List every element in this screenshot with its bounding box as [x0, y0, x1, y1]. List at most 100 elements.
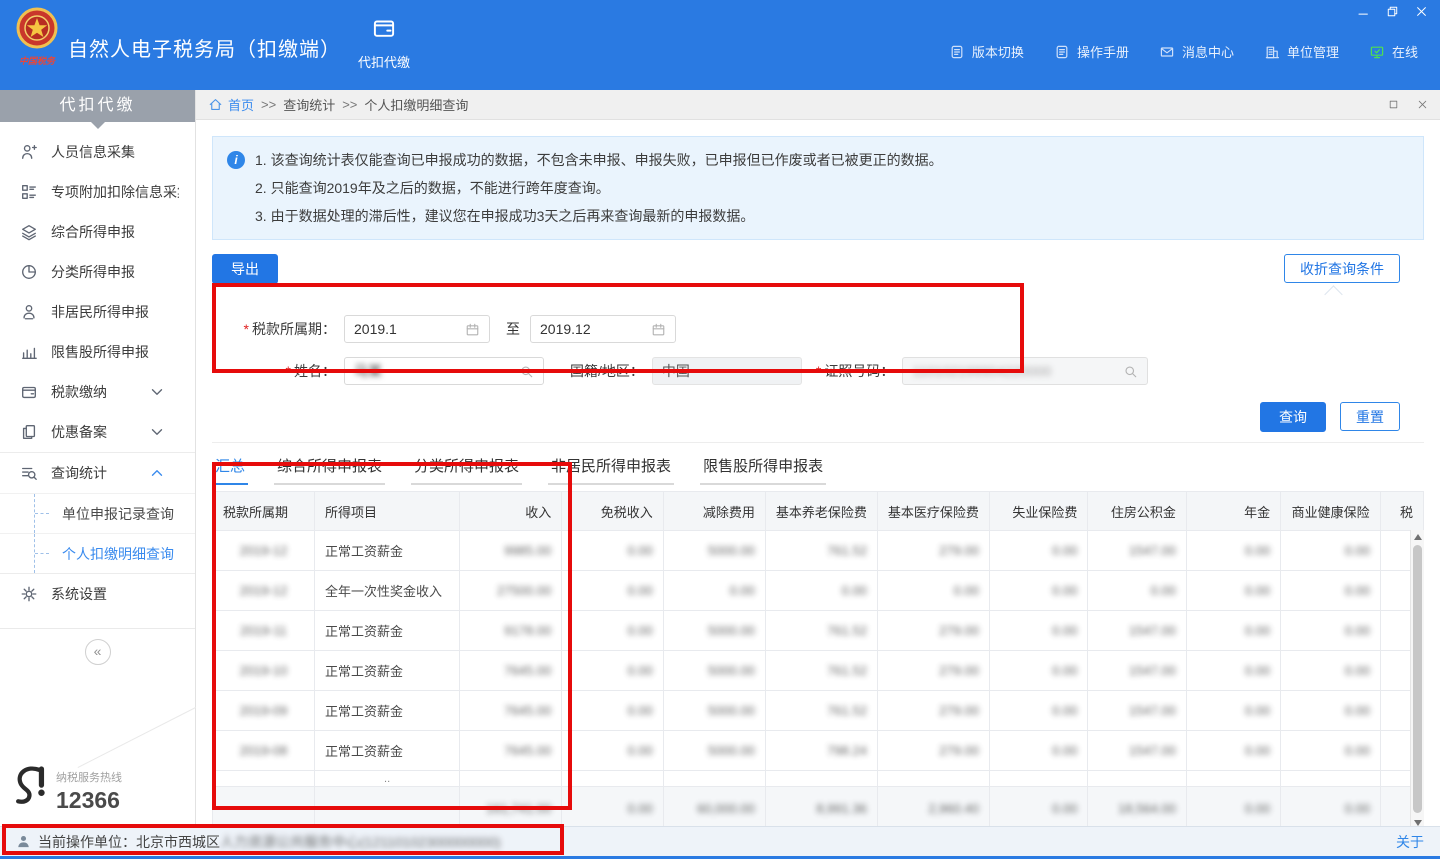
breadcrumb-home[interactable]: 首页: [228, 95, 254, 114]
table-row: 2019-12全年一次性奖金收入27500.000.000.000.000.00…: [213, 571, 1424, 611]
about-link[interactable]: 关于: [1396, 832, 1424, 852]
reset-button[interactable]: 重置: [1340, 402, 1400, 431]
nav-group-query-statistics: 查询统计单位申报记录查询个人扣缴明细查询: [0, 452, 195, 574]
amount-cell: 0.00: [562, 691, 664, 731]
collapse-filter-button[interactable]: 收折查询条件: [1284, 254, 1400, 283]
header-menu-label: 单位管理: [1287, 42, 1339, 61]
tab-restricted-shares-return[interactable]: 限售股所得申报表: [700, 455, 826, 485]
person-icon: [16, 834, 31, 849]
table-row: 2019-09正常工资薪金7645.000.005000.00761.52279…: [213, 691, 1424, 731]
summary-amount: 60,000.00: [663, 787, 765, 827]
sidebar-item-tax-payment[interactable]: 税款缴纳: [0, 372, 195, 412]
column-header: 住房公积金: [1088, 492, 1186, 531]
amount-value: 0.00: [842, 583, 867, 598]
id-number-input[interactable]: 110102199904220000: [902, 357, 1148, 385]
summary-value: 0.00: [627, 801, 652, 816]
minimize-icon[interactable]: [1357, 5, 1370, 18]
building-icon: [1264, 44, 1280, 60]
calendar-icon[interactable]: [651, 322, 666, 337]
close-icon[interactable]: [1415, 5, 1428, 18]
header-menu-message-center[interactable]: 消息中心: [1159, 42, 1234, 61]
sidebar-item-restricted-shares[interactable]: 限售股所得申报: [0, 332, 195, 372]
amount-value: 0.00: [1245, 703, 1270, 718]
vertical-scrollbar[interactable]: [1410, 530, 1424, 826]
sidebar-item-label: 优惠备案: [51, 422, 107, 442]
scroll-down-arrow[interactable]: [1414, 820, 1422, 826]
amount-cell: 0.00: [1186, 531, 1280, 571]
period-from-input[interactable]: 2019.1: [344, 315, 490, 343]
export-button[interactable]: 导出: [212, 254, 278, 284]
panel-restore-icon[interactable]: [1388, 99, 1399, 110]
amount-cell: 279.00: [877, 651, 989, 691]
nationality-label: 国籍/地区：: [570, 361, 644, 381]
amount-cell: 7645.00: [460, 651, 562, 691]
tab-classified-return[interactable]: 分类所得申报表: [411, 455, 522, 485]
sidebar-item-query-statistics[interactable]: 查询统计: [0, 453, 195, 493]
main-tab-withholding[interactable]: 代扣代缴: [350, 15, 418, 71]
summary-value: 8,991.36: [816, 801, 867, 816]
sidebar-item-system-settings[interactable]: 系统设置: [0, 574, 195, 614]
search-icon[interactable]: [1123, 364, 1138, 379]
header-menu-version-switch[interactable]: 版本切换: [949, 42, 1024, 61]
sidebar-item-personnel-info[interactable]: 人员信息采集: [0, 132, 195, 172]
sidebar-item-comprehensive-income[interactable]: 综合所得申报: [0, 212, 195, 252]
restore-icon[interactable]: [1386, 5, 1399, 18]
toolbar: 导出 收折查询条件: [212, 254, 1424, 284]
income-item-cell: 全年一次性奖金收入: [315, 571, 460, 611]
status-bar: 当前操作单位： 北京市西城区 人力资源公共服务中心(12110102300000…: [0, 826, 1440, 859]
header-menu-unit-management[interactable]: 单位管理: [1264, 42, 1339, 61]
tab-comprehensive-return[interactable]: 综合所得申报表: [274, 455, 385, 485]
sidebar-item-nonresident-income[interactable]: 非居民所得申报: [0, 292, 195, 332]
summary-value: 2,960.40: [928, 801, 979, 816]
amount-value: 279.00: [939, 623, 979, 638]
amount-cell: 1547.00: [1088, 691, 1186, 731]
header-menu-manual[interactable]: 操作手册: [1054, 42, 1129, 61]
amount-cell: 761.52: [765, 691, 877, 731]
sidebar-item-classified-income[interactable]: 分类所得申报: [0, 252, 195, 292]
table-row: 2019-12正常工资薪金9985.000.005000.00761.52279…: [213, 531, 1424, 571]
tab-label: 汇总: [215, 458, 245, 475]
period-value: 2019-11: [240, 623, 287, 638]
main-tab-label: 代扣代缴: [350, 52, 418, 71]
amount-value: 0.00: [1245, 583, 1270, 598]
header-menu: 版本切换 操作手册 消息中心 单位管理 在线: [949, 42, 1418, 61]
tab-nonresident-return[interactable]: 非居民所得申报表: [548, 455, 674, 485]
bar-chart-icon: [20, 343, 38, 361]
amount-value: 0.00: [1052, 703, 1077, 718]
scroll-up-arrow[interactable]: [1414, 534, 1422, 540]
sidebar-subitem-personal-withholding-detail-query[interactable]: 个人扣缴明细查询: [0, 533, 195, 573]
tab-summary[interactable]: 汇总: [212, 455, 248, 485]
period-to-input[interactable]: 2019.12: [530, 315, 676, 343]
vertical-scroll-thumb[interactable]: [1413, 545, 1422, 813]
column-header: 失业保险费: [989, 492, 1087, 531]
wallet-icon: [369, 15, 399, 41]
sidebar-item-preference-filing[interactable]: 优惠备案: [0, 412, 195, 452]
amount-cell: 279.00: [877, 611, 989, 651]
income-item-cell: 正常工资薪金: [315, 531, 460, 571]
amount-cell: 0.00: [562, 571, 664, 611]
period-from-value: 2019.1: [354, 321, 397, 337]
sidebar-item-special-deduction[interactable]: 专项附加扣除信息采集: [0, 172, 195, 212]
amount-value: 0.00: [1345, 623, 1370, 638]
sidebar-item-label: 综合所得申报: [51, 222, 135, 242]
amount-cell: 5000.00: [663, 611, 765, 651]
panel-close-icon[interactable]: [1417, 99, 1428, 110]
sidebar-collapse-button[interactable]: «: [85, 639, 111, 665]
filter-row-period: 税款所属期： 2019.1 至 2019.12: [212, 314, 1424, 344]
search-icon[interactable]: [519, 364, 534, 379]
amount-value: 279.00: [939, 663, 979, 678]
name-input[interactable]: 马某: [344, 357, 544, 385]
tab-underline: [212, 483, 248, 485]
summary-value: 0.00: [1245, 801, 1270, 816]
amount-value: 0.00: [1345, 743, 1370, 758]
amount-value: 798.24: [827, 743, 867, 758]
sidebar-subitem-unit-declare-record-query[interactable]: 单位申报记录查询: [0, 493, 195, 533]
header-menu-online-status[interactable]: 在线: [1369, 42, 1418, 61]
sidebar-item-label: 税款缴纳: [51, 382, 107, 402]
query-button[interactable]: 查询: [1260, 402, 1326, 432]
calendar-icon[interactable]: [465, 322, 480, 337]
amount-cell: 0.00: [1281, 611, 1381, 651]
name-value: 马某: [354, 361, 382, 381]
amount-value: 761.52: [827, 623, 867, 638]
amount-value: 1547.00: [1129, 623, 1176, 638]
